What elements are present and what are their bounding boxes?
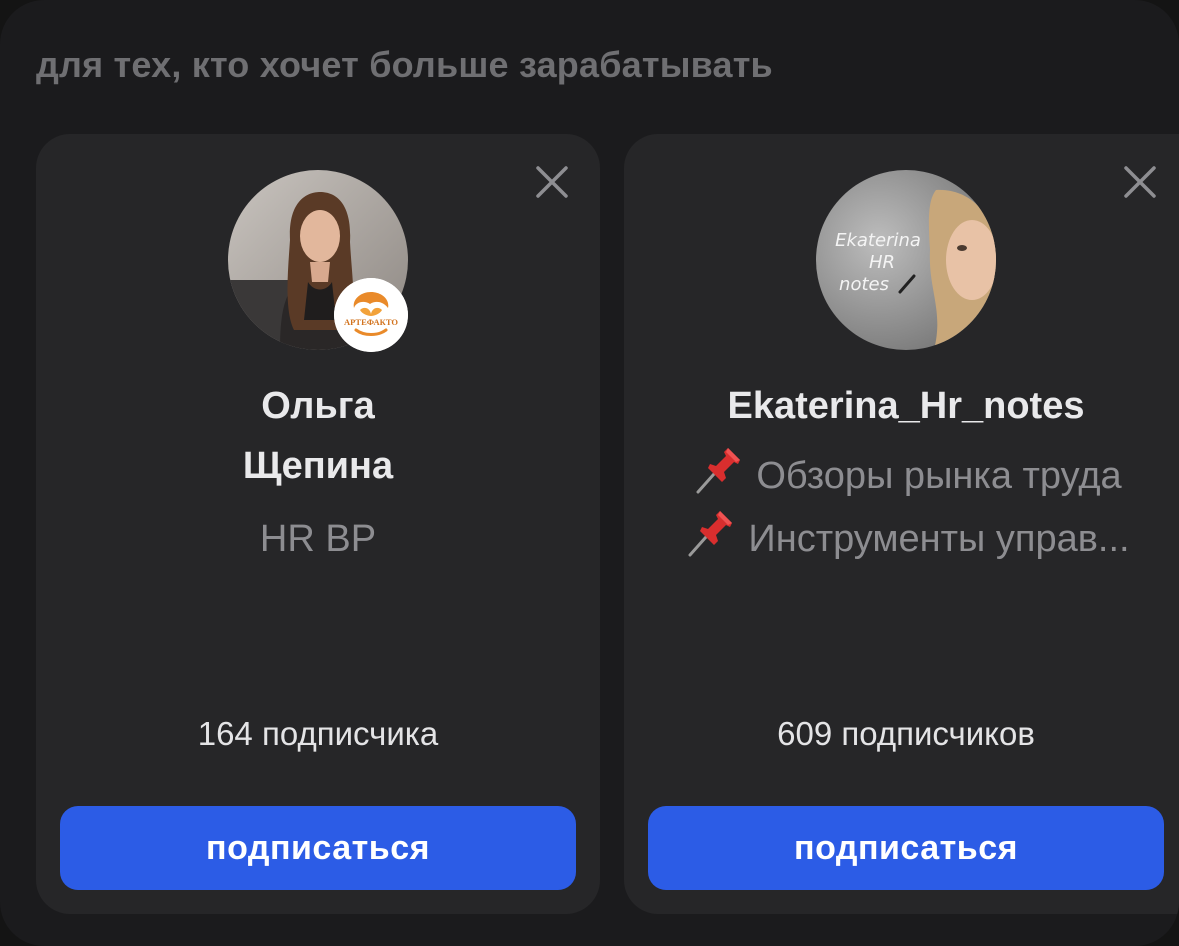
channel-card[interactable]: Ekaterina HR notes Ekaterina_Hr_notes Об… [624, 134, 1179, 914]
channel-name: Ольга Щепина [36, 376, 600, 496]
channel-description: Обзоры рынка труда Инструменты управ... [634, 444, 1178, 570]
close-icon[interactable] [534, 164, 570, 200]
channel-card[interactable]: АРТЕФАКТО Ольга Щепина HR BP 164 подписч… [36, 134, 600, 914]
avatar-text: notes [839, 274, 889, 295]
name-line: Щепина [242, 445, 394, 487]
brand-badge: АРТЕФАКТО [334, 278, 408, 352]
avatar-text: HR [869, 252, 895, 273]
subscribe-button[interactable]: подписаться [648, 806, 1164, 890]
recommendations-panel: для тех, кто хочет больше зарабатывать А… [0, 0, 1179, 946]
description-text: Обзоры рынка труда [756, 455, 1122, 497]
section-title: для тех, кто хочет больше зарабатывать [36, 44, 773, 85]
channel-name: Ekaterina_Hr_notes [727, 385, 1085, 427]
subscriber-count: 609 подписчиков [777, 715, 1035, 752]
subscribe-button[interactable]: подписаться [60, 806, 576, 890]
pushpin-icon [690, 444, 744, 498]
description-line: Обзоры рынка труда [634, 444, 1178, 507]
channel-description: HR BP [259, 518, 377, 560]
description-line: Инструменты управ... [634, 507, 1178, 570]
svg-text:АРТЕФАКТО: АРТЕФАКТО [344, 317, 398, 327]
description-text: Инструменты управ... [748, 518, 1130, 560]
name-line: Ольга [261, 385, 375, 427]
close-icon[interactable] [1122, 164, 1158, 200]
avatar-text: Ekaterina [835, 230, 921, 251]
pushpin-icon [682, 507, 736, 561]
avatar[interactable]: Ekaterina HR notes [816, 170, 996, 350]
subscriber-count: 164 подписчика [197, 715, 439, 752]
